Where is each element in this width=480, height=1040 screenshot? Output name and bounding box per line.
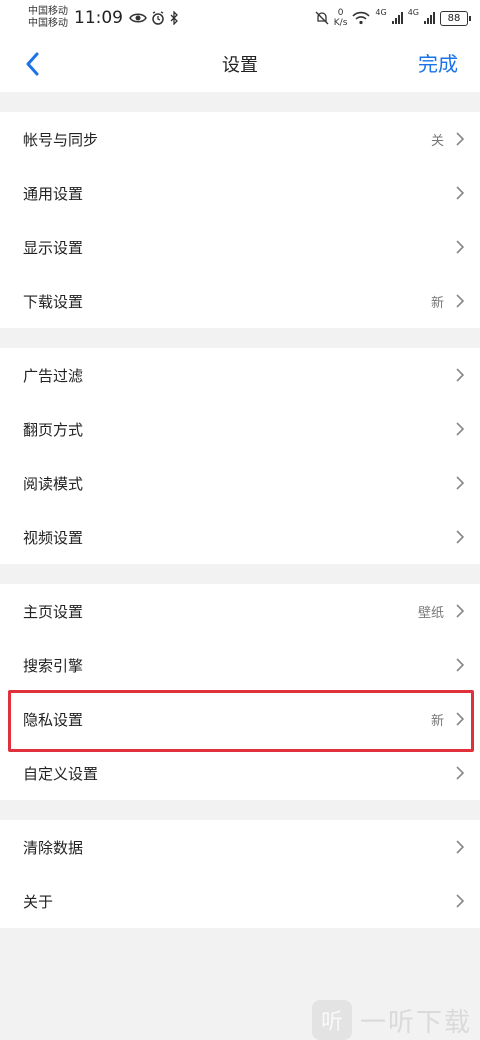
chevron-right-icon bbox=[456, 294, 465, 308]
settings-row[interactable]: 视频设置 bbox=[0, 510, 480, 564]
settings-row-label: 广告过滤 bbox=[23, 366, 84, 385]
group-separator bbox=[0, 92, 480, 112]
watermark: 听 一听下载 bbox=[311, 1000, 472, 1040]
settings-row[interactable]: 搜索引擎 bbox=[0, 638, 480, 692]
settings-row[interactable]: 清除数据 bbox=[0, 820, 480, 874]
settings-row-value: 新 bbox=[430, 295, 444, 311]
group-separator bbox=[0, 328, 480, 348]
carrier-2: 中国移动 bbox=[28, 18, 68, 29]
carrier-labels: 中国移动 中国移动 bbox=[28, 6, 68, 30]
settings-row[interactable]: 帐号与同步 关 bbox=[0, 112, 480, 166]
settings-row-value: 壁纸 bbox=[417, 605, 444, 621]
network-type-2: 4G bbox=[407, 7, 419, 17]
back-button[interactable] bbox=[16, 48, 48, 80]
group-separator bbox=[0, 800, 480, 820]
chevron-right-icon bbox=[456, 422, 465, 436]
chevron-right-icon bbox=[456, 604, 465, 618]
settings-row-label: 主页设置 bbox=[23, 602, 84, 621]
alarm-icon bbox=[152, 11, 164, 25]
settings-group: 广告过滤翻页方式阅读模式视频设置 bbox=[0, 348, 480, 564]
chevron-right-icon bbox=[456, 766, 465, 780]
settings-row-label: 清除数据 bbox=[23, 838, 84, 857]
settings-row[interactable]: 广告过滤 bbox=[0, 348, 480, 402]
settings-row[interactable]: 下载设置 新 bbox=[0, 274, 480, 328]
settings-row[interactable]: 显示设置 bbox=[0, 220, 480, 274]
settings-row-label: 通用设置 bbox=[23, 184, 84, 203]
settings-row-label: 隐私设置 bbox=[23, 710, 84, 729]
settings-group: 帐号与同步 关通用设置显示设置下载设置 新 bbox=[0, 112, 480, 328]
settings-row-label: 显示设置 bbox=[23, 238, 84, 257]
signal-icon bbox=[391, 12, 403, 24]
chevron-right-icon bbox=[456, 186, 465, 200]
settings-row-label: 搜索引擎 bbox=[23, 656, 84, 675]
settings-row[interactable]: 阅读模式 bbox=[0, 456, 480, 510]
group-separator bbox=[0, 564, 480, 584]
status-bar: 中国移动 中国移动 11:09 0 K/s 4G 4G 88 bbox=[0, 0, 480, 36]
done-button[interactable]: 完成 bbox=[418, 36, 458, 92]
settings-row-value: 关 bbox=[430, 133, 444, 149]
settings-row[interactable]: 自定义设置 bbox=[0, 746, 480, 800]
watermark-text: 一听下载 bbox=[359, 1007, 472, 1038]
chevron-right-icon bbox=[456, 132, 465, 146]
settings-row-label: 翻页方式 bbox=[23, 420, 84, 439]
watermark-logo: 听 bbox=[311, 1000, 352, 1040]
settings-row-label: 帐号与同步 bbox=[23, 130, 99, 149]
battery-indicator: 88 bbox=[440, 10, 471, 26]
chevron-right-icon bbox=[456, 658, 465, 672]
settings-row[interactable]: 关于 bbox=[0, 874, 480, 928]
settings-row-label: 阅读模式 bbox=[23, 474, 84, 493]
settings-row-label: 下载设置 bbox=[23, 292, 84, 311]
signal-icon-2 bbox=[424, 12, 435, 24]
network-speed: 0 K/s bbox=[333, 8, 348, 28]
network-type-1: 4G bbox=[375, 7, 387, 17]
settings-row-label: 视频设置 bbox=[23, 528, 84, 547]
chevron-right-icon bbox=[456, 368, 465, 382]
bluetooth-icon bbox=[170, 11, 178, 25]
chevron-right-icon bbox=[456, 476, 465, 490]
settings-row-value: 新 bbox=[430, 713, 444, 729]
settings-row[interactable]: 翻页方式 bbox=[0, 402, 480, 456]
settings-row-label: 自定义设置 bbox=[23, 764, 99, 783]
eye-icon bbox=[129, 13, 147, 23]
page-title: 设置 bbox=[222, 55, 258, 76]
clock: 11:09 bbox=[74, 8, 123, 28]
chevron-right-icon bbox=[456, 712, 465, 726]
nav-header: 设置 完成 bbox=[0, 36, 480, 92]
settings-group: 主页设置 壁纸搜索引擎隐私设置 新自定义设置 bbox=[0, 584, 480, 800]
settings-group: 清除数据 关于 bbox=[0, 820, 480, 928]
chevron-right-icon bbox=[456, 530, 465, 544]
settings-row[interactable]: 主页设置 壁纸 bbox=[0, 584, 480, 638]
mute-bell-icon bbox=[315, 11, 329, 25]
settings-row[interactable]: 隐私设置 新 bbox=[0, 692, 480, 746]
wifi-icon bbox=[352, 11, 370, 25]
settings-row-label: 关于 bbox=[23, 892, 54, 911]
carrier-1: 中国移动 bbox=[28, 6, 68, 17]
chevron-left-icon bbox=[26, 52, 39, 76]
settings-list: 帐号与同步关通用设置 显示设置 下载设置新广告过滤 翻页方式 阅读模式 视频设置 主页设置壁… bbox=[0, 92, 480, 928]
chevron-right-icon bbox=[456, 840, 465, 854]
chevron-right-icon bbox=[456, 240, 465, 254]
chevron-right-icon bbox=[456, 894, 465, 908]
settings-row[interactable]: 通用设置 bbox=[0, 166, 480, 220]
